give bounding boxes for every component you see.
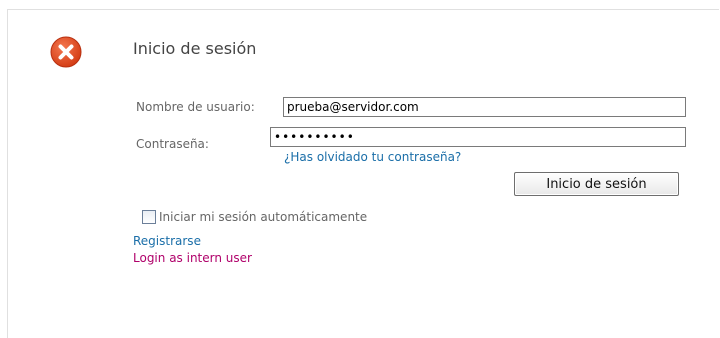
intern-login-link[interactable]: Login as intern user — [133, 251, 252, 265]
username-input[interactable] — [283, 97, 686, 117]
forgot-password-link[interactable]: ¿Has olvidado tu contraseña? — [284, 150, 461, 164]
password-input[interactable] — [270, 127, 686, 147]
remember-me-label[interactable]: Iniciar mi sesión automáticamente — [159, 210, 367, 224]
error-x-icon — [50, 36, 82, 68]
page-title: Inicio de sesión — [133, 39, 257, 58]
remember-me: Iniciar mi sesión automáticamente — [142, 209, 367, 225]
remember-me-checkbox[interactable] — [142, 210, 156, 224]
register-link[interactable]: Registrarse — [133, 234, 201, 248]
username-label: Nombre de usuario: — [136, 100, 255, 114]
login-button[interactable]: Inicio de sesión — [514, 172, 679, 196]
password-label: Contraseña: — [136, 137, 209, 151]
